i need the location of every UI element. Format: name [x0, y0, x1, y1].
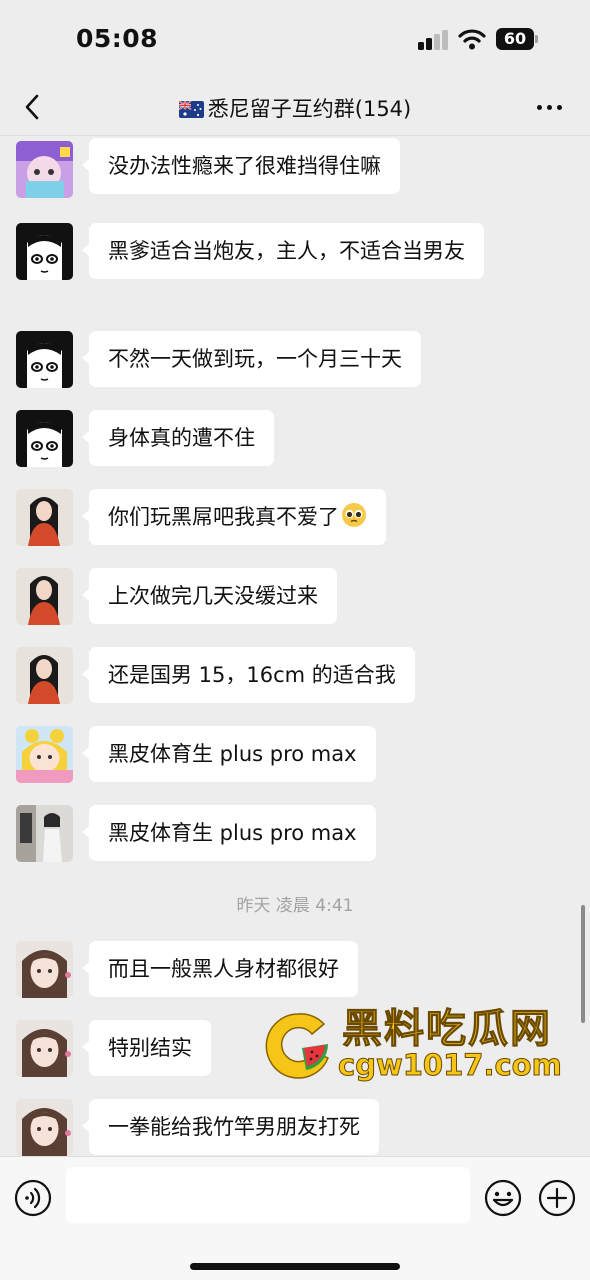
message-bubble[interactable]: 不然一天做到玩，一个月三十天: [82, 331, 421, 387]
watermark-title: 黑料吃瓜网: [342, 1006, 552, 1053]
wifi-icon: [458, 29, 486, 50]
timestamp: 昨天 凌晨 4:41: [236, 896, 354, 916]
signal-icon: [418, 30, 450, 50]
selfie-avatar-icon[interactable]: [16, 1020, 73, 1077]
input-bar: [0, 1156, 590, 1280]
photo-avatar-icon[interactable]: [16, 568, 73, 625]
anime-avatar-icon[interactable]: [16, 141, 73, 198]
chat-title: 悉尼留子互约群(154): [0, 80, 590, 136]
home-indicator: [190, 1263, 400, 1270]
selfie-avatar-icon[interactable]: [16, 941, 73, 998]
watermark-url: cgw1017.com: [338, 1048, 563, 1083]
sailor-moon-avatar-icon[interactable]: [16, 726, 73, 783]
status-time: 05:08: [76, 24, 159, 53]
message-text: 你们玩黑屌吧我真不爱了: [108, 505, 339, 529]
message-bubble[interactable]: 一拳能给我竹竿男朋友打死: [82, 1099, 379, 1155]
pleading-face-emoji: [342, 503, 366, 527]
nav-bar: 悉尼留子互约群(154): [0, 80, 590, 136]
message-bubble[interactable]: 还是国男 15，16cm 的适合我: [82, 647, 415, 703]
more-icon[interactable]: [536, 96, 564, 120]
plus-icon[interactable]: [538, 1179, 576, 1217]
message-bubble[interactable]: 身体真的遭不住: [82, 410, 274, 466]
watermelon-logo-icon: [265, 1013, 329, 1079]
voice-icon[interactable]: [14, 1179, 52, 1217]
message-bubble[interactable]: 而且一般黑人身材都很好: [82, 941, 358, 997]
status-bar: 05:08 60: [0, 0, 590, 80]
message-input[interactable]: [66, 1167, 470, 1223]
emoji-icon[interactable]: [484, 1179, 522, 1217]
message-bubble[interactable]: 没办法性瘾来了很难挡得住嘛: [82, 138, 400, 194]
manga-girl-avatar-icon[interactable]: [16, 331, 73, 388]
message-bubble[interactable]: 你们玩黑屌吧我真不爱了: [82, 489, 386, 545]
chat-title-text: 悉尼留子互约群(154): [207, 97, 412, 121]
battery-level: 60: [496, 28, 534, 50]
australia-flag-icon: [178, 100, 204, 118]
message-bubble[interactable]: 特别结实: [82, 1020, 211, 1076]
watermark: 黑料吃瓜网 cgw1017.com: [262, 996, 582, 1086]
selfie-avatar-icon[interactable]: [16, 1099, 73, 1156]
mirror-selfie-avatar-icon[interactable]: [16, 805, 73, 862]
manga-girl-avatar-icon[interactable]: [16, 410, 73, 467]
battery-icon: 60: [496, 28, 538, 50]
message-bubble[interactable]: 黑爹适合当炮友，主人，不适合当男友: [82, 223, 484, 279]
message-bubble[interactable]: 黑皮体育生 plus pro max: [82, 726, 376, 782]
message-bubble[interactable]: 上次做完几天没缓过来: [82, 568, 337, 624]
photo-avatar-icon[interactable]: [16, 489, 73, 546]
manga-girl-avatar-icon[interactable]: [16, 223, 73, 280]
photo-avatar-icon[interactable]: [16, 647, 73, 704]
message-bubble[interactable]: 黑皮体育生 plus pro max: [82, 805, 376, 861]
